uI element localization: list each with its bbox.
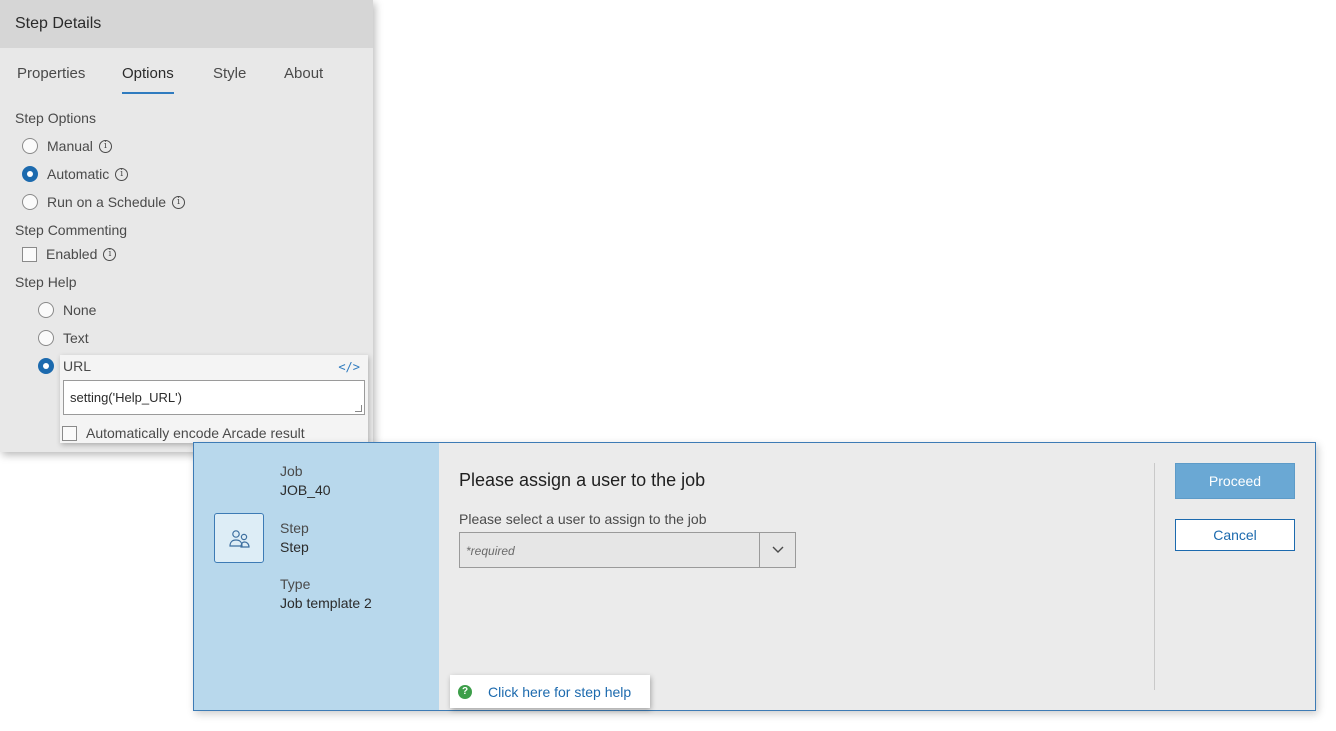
tab-about[interactable]: About [284, 65, 323, 82]
enabled-checkbox[interactable] [22, 246, 37, 262]
radio-text-control[interactable] [38, 330, 54, 346]
code-icon[interactable]: </> [338, 360, 360, 374]
assign-user-icon-box [214, 513, 264, 563]
radio-schedule-label: Run on a Schedule [47, 194, 167, 210]
radio-help-text[interactable]: Text [38, 330, 89, 346]
radio-help-none[interactable]: None [38, 302, 96, 318]
active-tab-indicator [122, 92, 174, 94]
info-icon[interactable]: i [172, 195, 186, 209]
step-help-link-text[interactable]: Click here for step help [488, 684, 631, 700]
help-url-value: setting('Help_URL') [70, 390, 182, 405]
radio-none-label: None [63, 302, 97, 318]
dropdown-toggle[interactable] [759, 533, 795, 567]
step-label: Step [280, 520, 309, 536]
proceed-button[interactable]: Proceed [1175, 463, 1295, 499]
type-label: Type [280, 576, 311, 592]
actions-divider [1154, 463, 1155, 690]
radio-manual[interactable]: Manual i [22, 138, 112, 154]
step-help-label: Step Help [15, 274, 77, 290]
step-details-panel: Step Details Properties Options Style Ab… [0, 0, 373, 452]
user-select-label: Please select a user to assign to the jo… [459, 511, 707, 527]
radio-text-label: Text [63, 330, 89, 346]
radio-automatic-label: Automatic [47, 166, 110, 182]
help-question-icon: ? [458, 684, 472, 699]
url-label: URL [63, 358, 92, 374]
tab-bar: Properties Options Style About [0, 48, 373, 96]
enabled-label: Enabled [46, 246, 98, 262]
resize-grip-icon[interactable] [355, 405, 362, 412]
step-value: Step [280, 539, 309, 555]
panel-title: Step Details [0, 0, 373, 48]
users-icon [229, 530, 250, 548]
radio-url-control[interactable] [38, 358, 54, 374]
type-value: Job template 2 [280, 595, 372, 611]
radio-schedule-control[interactable] [22, 194, 38, 210]
tab-options[interactable]: Options [122, 65, 174, 82]
chevron-down-icon [772, 546, 784, 553]
tab-style[interactable]: Style [213, 65, 246, 82]
user-select-dropdown[interactable]: *required [459, 532, 796, 568]
job-label: Job [280, 463, 303, 479]
step-help-link[interactable]: ? Click here for step help [450, 675, 650, 708]
user-select-placeholder: *required [466, 544, 515, 558]
job-value: JOB_40 [280, 482, 331, 498]
encode-checkbox[interactable] [62, 425, 77, 441]
radio-automatic[interactable]: Automatic i [22, 166, 129, 182]
radio-manual-control[interactable] [22, 138, 38, 154]
info-icon[interactable]: i [115, 167, 129, 181]
encode-label: Automatically encode Arcade result [86, 425, 305, 441]
url-config-block: URL </> setting('Help_URL') Automaticall… [60, 355, 368, 443]
job-card: Job JOB_40 Step Step Type Job template 2… [193, 442, 1316, 711]
encode-checkbox-row[interactable]: Automatically encode Arcade result [62, 425, 305, 441]
cancel-button[interactable]: Cancel [1175, 519, 1295, 551]
step-commenting-label: Step Commenting [15, 222, 128, 238]
tab-properties[interactable]: Properties [17, 65, 85, 82]
radio-none-control[interactable] [38, 302, 54, 318]
radio-run-on-schedule[interactable]: Run on a Schedule i [22, 194, 186, 210]
job-step-title: Please assign a user to the job [459, 470, 706, 490]
radio-automatic-control[interactable] [22, 166, 38, 182]
info-icon[interactable]: i [98, 139, 112, 153]
enabled-checkbox-row[interactable]: Enabled i [22, 246, 117, 262]
help-url-input[interactable]: setting('Help_URL') [63, 380, 365, 415]
info-icon[interactable]: i [103, 247, 117, 261]
job-info-sidebar: Job JOB_40 Step Step Type Job template 2 [194, 443, 439, 710]
step-options-label: Step Options [15, 110, 96, 126]
radio-manual-label: Manual [47, 138, 93, 154]
